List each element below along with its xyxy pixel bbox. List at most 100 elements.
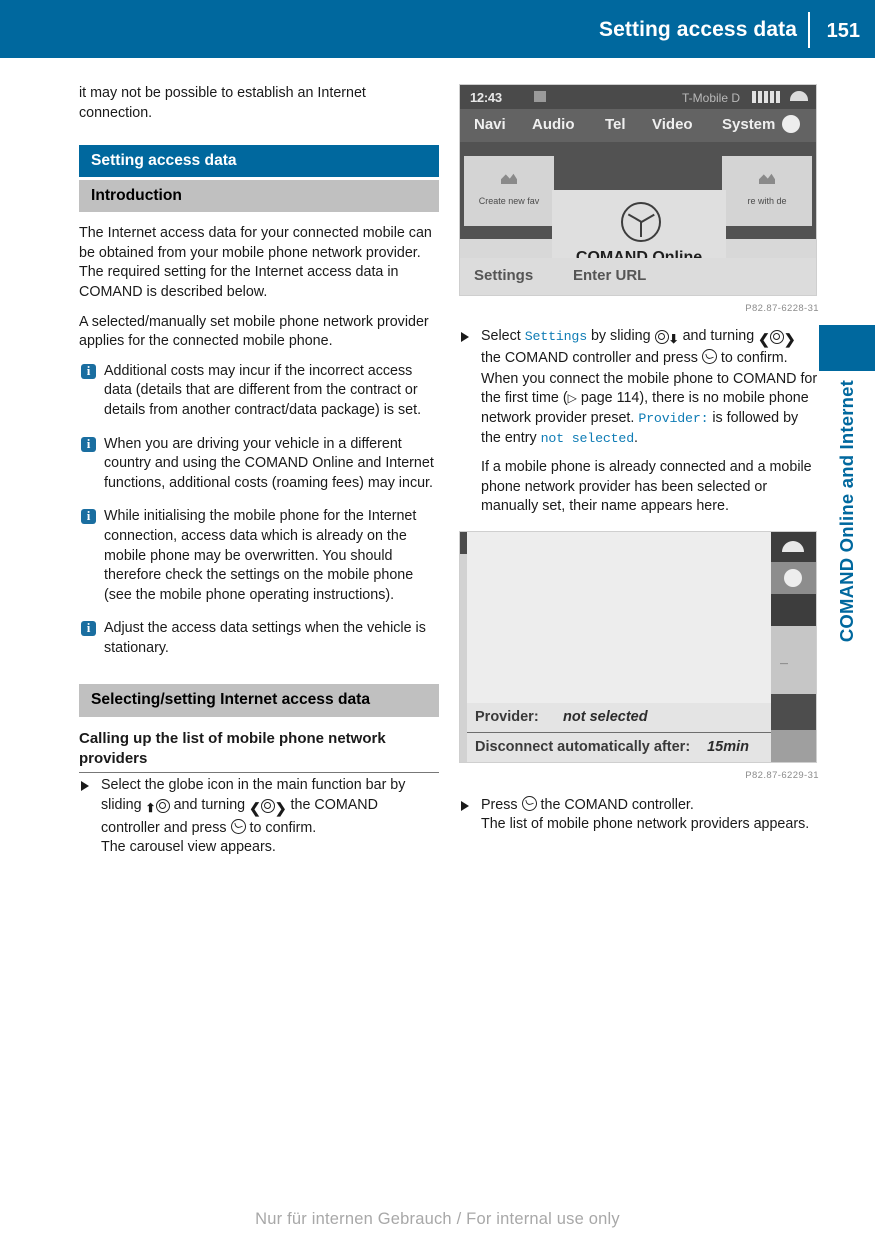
step-arrow-icon bbox=[461, 800, 469, 811]
step-item: Select the globe icon in the main functi… bbox=[79, 776, 439, 857]
carousel-card-left[interactable]: Create new fav bbox=[464, 156, 554, 226]
step-arrow-icon bbox=[81, 781, 89, 792]
step-text-part-4: to confirm. bbox=[249, 819, 317, 836]
menu-item-tel[interactable]: Tel bbox=[605, 115, 626, 135]
slide-down-controller-glyph: ⬇ bbox=[654, 328, 679, 350]
comand-bottom-bar: Settings Enter URL bbox=[460, 258, 816, 295]
ui-string-provider: Provider: bbox=[638, 410, 709, 426]
side-strip-segment bbox=[771, 693, 816, 730]
subsection-heading-introduction: Introduction bbox=[79, 180, 439, 213]
settings-row-label: Disconnect automatically after: bbox=[475, 738, 691, 755]
turn-controller-glyph: ❮ ❯ bbox=[758, 329, 796, 347]
intro-paragraph-1: The Internet access data for your connec… bbox=[79, 225, 432, 300]
chapter-side-label-text: COMAND Online and Internet bbox=[836, 380, 857, 643]
side-strip-segment bbox=[771, 593, 816, 626]
note-text: While initialising the mobile phone for … bbox=[104, 508, 417, 603]
note-text: When you are driving your vehicle in a d… bbox=[104, 435, 434, 491]
page-reference: page 114 bbox=[580, 390, 640, 407]
comand-menu-bar: Navi Audio Tel Video System bbox=[460, 109, 816, 142]
turn-controller-glyph: ❮ ❯ bbox=[249, 799, 287, 817]
carousel-card-left-label: Create new fav bbox=[478, 196, 540, 206]
comand-carousel-body: Create new fav re with de COMAND Online bbox=[460, 142, 816, 294]
page-footer: Nur für internen Gebrauch / For internal… bbox=[255, 1210, 620, 1228]
step-text-part-1: Press bbox=[481, 796, 518, 813]
menu-item-video[interactable]: Video bbox=[652, 115, 693, 135]
info-icon bbox=[81, 436, 96, 452]
settings-row-label: Provider: bbox=[475, 708, 539, 725]
carousel-card-right-label: re with de bbox=[747, 196, 787, 206]
press-controller-glyph bbox=[230, 818, 246, 834]
step-text-part-2: by sliding bbox=[590, 327, 651, 344]
settings-row-value: not selected bbox=[563, 708, 648, 725]
info-icon bbox=[81, 363, 96, 379]
menu-item-audio[interactable]: Audio bbox=[532, 115, 575, 135]
right-column: 12:43 T-Mobile D Navi Audio Tel Video Sy… bbox=[459, 84, 819, 837]
page-header-bar: Setting access data 151 bbox=[0, 0, 875, 58]
step-result: The carousel view appears. bbox=[101, 839, 276, 856]
step-item: Select Settings by sliding ⬇ and turning… bbox=[459, 327, 819, 449]
globe-icon[interactable] bbox=[782, 115, 800, 133]
figure-comand-carousel: 12:43 T-Mobile D Navi Audio Tel Video Sy… bbox=[459, 84, 819, 319]
step-text-part-5: to confirm. bbox=[720, 350, 788, 367]
side-strip-segment bbox=[771, 729, 816, 762]
favourite-icon bbox=[501, 173, 517, 184]
sim-icon bbox=[534, 91, 546, 102]
comand-screenshot-2: Provider: not selected Disconnect automa… bbox=[459, 530, 817, 763]
chapter-side-label: COMAND Online and Internet bbox=[819, 380, 875, 860]
section-heading-selecting-setting: Selecting/setting Internet access data bbox=[79, 684, 439, 718]
section-heading-setting-access-data: Setting access data bbox=[79, 145, 439, 178]
sub-heading-calling-up-list: Calling up the list of mobile phone netw… bbox=[79, 729, 439, 774]
comand-settings-panel: Provider: not selected Disconnect automa… bbox=[467, 531, 771, 762]
press-controller-glyph bbox=[521, 795, 537, 811]
status-time: 12:43 bbox=[470, 90, 502, 105]
step-result: The list of mobile phone network provide… bbox=[481, 816, 810, 833]
info-icon bbox=[81, 620, 96, 637]
note-item: While initialising the mobile phone for … bbox=[79, 507, 439, 605]
bottom-item-settings[interactable]: Settings bbox=[474, 266, 533, 286]
side-strip-segment: — bbox=[771, 625, 816, 694]
left-column: it may not be possible to establish an I… bbox=[79, 84, 439, 860]
screenshot-left-edge bbox=[460, 531, 467, 762]
hangup-icon bbox=[782, 540, 804, 552]
slide-up-controller-glyph: ⬆ bbox=[146, 797, 170, 819]
page-number: 151 bbox=[826, 20, 860, 42]
step-item: Press the COMAND controller. The list of… bbox=[459, 795, 819, 835]
note-text: Adjust the access data settings when the… bbox=[104, 620, 426, 656]
step-body: When you connect the mobile phone to COM… bbox=[481, 370, 819, 448]
info-icon bbox=[81, 508, 96, 525]
settings-row-disconnect[interactable]: Disconnect automatically after: 15min bbox=[467, 732, 771, 762]
page-title: Setting access data bbox=[599, 18, 797, 41]
circle-icon bbox=[784, 568, 802, 587]
signal-bars-icon bbox=[752, 91, 782, 111]
settings-row-provider[interactable]: Provider: not selected bbox=[467, 702, 771, 733]
ui-string-not-selected: not selected bbox=[540, 430, 635, 446]
favourite-icon bbox=[759, 173, 775, 184]
step-text-part-1: Select bbox=[481, 327, 521, 344]
figure-caption: P82.87-6228-31 bbox=[745, 303, 819, 314]
step-text-part-2: and turning bbox=[173, 797, 246, 814]
step-arrow-icon bbox=[461, 331, 469, 342]
note-item: Additional costs may incur if the incorr… bbox=[79, 362, 439, 421]
comand-side-strip: — bbox=[771, 531, 816, 762]
phone-icon bbox=[790, 91, 808, 101]
menu-item-system[interactable]: System bbox=[722, 115, 775, 135]
figure-comand-settings: Provider: not selected Disconnect automa… bbox=[459, 530, 819, 786]
header-divider bbox=[808, 12, 810, 48]
lead-paragraph: it may not be possible to establish an I… bbox=[79, 85, 366, 121]
press-controller-glyph bbox=[701, 349, 717, 365]
ui-string-settings: Settings bbox=[524, 328, 587, 344]
strip-tick-icon: — bbox=[780, 658, 788, 668]
figure-caption: P82.87-6229-31 bbox=[745, 769, 819, 781]
chapter-tab-marker bbox=[819, 325, 875, 371]
intro-paragraph-2: A selected/manually set mobile phone net… bbox=[79, 313, 429, 350]
bottom-item-enter-url[interactable]: Enter URL bbox=[573, 266, 646, 286]
comand-status-bar: 12:43 T-Mobile D bbox=[460, 85, 816, 109]
note-text: Additional costs may incur if the incorr… bbox=[104, 362, 422, 418]
note-item: When you are driving your vehicle in a d… bbox=[79, 435, 439, 494]
step-body-part-4: . bbox=[633, 429, 638, 446]
menu-item-navi[interactable]: Navi bbox=[474, 115, 506, 135]
status-carrier: T-Mobile D bbox=[681, 91, 740, 105]
side-strip-segment bbox=[771, 531, 816, 562]
carousel-card-right[interactable]: re with de bbox=[722, 156, 812, 226]
mercedes-star-icon bbox=[621, 202, 661, 242]
